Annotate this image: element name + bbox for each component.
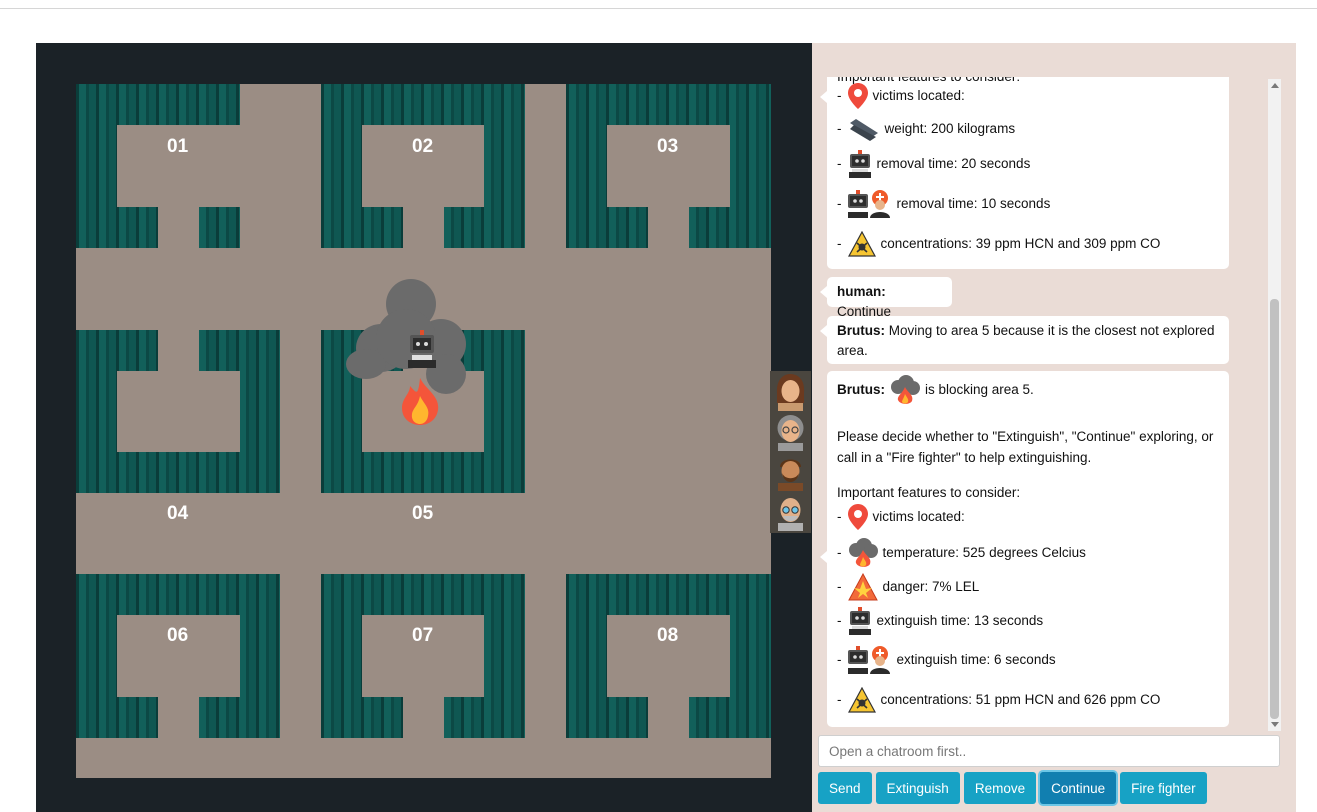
message-text: is blocking area 5.: [925, 382, 1034, 397]
feature-text: temperature: 525 degrees Celcius: [882, 545, 1086, 560]
chat-message: Brutus: is blocking area 5. Please decid…: [820, 371, 1229, 727]
room-label: 05: [412, 503, 434, 524]
victim-icon: [778, 459, 803, 491]
world-floor: 01 02 03 04 05 06 07 08: [76, 84, 811, 778]
room-label: 03: [657, 136, 679, 157]
room-02-door: [403, 207, 444, 248]
fire-fighter-button[interactable]: Fire fighter: [1120, 772, 1207, 804]
fire-icon: [402, 378, 439, 425]
fire-smoke-icon: [891, 375, 920, 404]
chat-message: Brutus: Moving to area 5 because it is t…: [820, 316, 1229, 364]
feature-row: - danger: 7% LEL: [837, 572, 979, 602]
victims-panel: [770, 371, 811, 533]
message-text: area.: [837, 343, 868, 358]
action-buttons: Send Extinguish Remove Continue Fire fig…: [818, 772, 1207, 804]
world-view: 01 02 03 04 05 06 07 08: [36, 43, 812, 812]
feature-text: weight: 200 kilograms: [884, 121, 1016, 136]
feature-row: - temperature: 525 degrees Celcius: [837, 538, 1086, 568]
room-label: 04: [167, 503, 189, 524]
room-03-door: [648, 207, 689, 248]
feature-text: removal time: 10 seconds: [896, 196, 1051, 211]
location-pin-icon: [847, 83, 868, 109]
send-button[interactable]: Send: [818, 772, 872, 804]
scroll-thumb[interactable]: [1270, 299, 1279, 719]
robot-firefighter-icon: [847, 190, 890, 218]
feature-row: - extinguish time: 13 seconds: [837, 606, 1043, 636]
feature-text: concentrations: 39 ppm HCN and 309 ppm C…: [880, 236, 1161, 251]
feature-text: danger: 7% LEL: [882, 579, 980, 594]
room-label: 08: [657, 625, 679, 646]
location-pin-icon: [847, 504, 868, 530]
robot-icon: [848, 607, 871, 635]
remove-button[interactable]: Remove: [963, 772, 1037, 804]
feature-row: - weight: 200 kilograms: [837, 114, 1015, 144]
feature-row: - victims located:: [837, 81, 965, 111]
feature-row: - extinguish time: 6 seconds: [837, 645, 1056, 675]
room-label: 06: [167, 625, 189, 646]
scroll-up-icon[interactable]: [1271, 83, 1279, 88]
victim-icon: [776, 374, 805, 411]
message-text: Please decide whether to "Extinguish", "…: [837, 429, 1214, 444]
extinguish-button[interactable]: Extinguish: [875, 772, 960, 804]
victim-icon: [777, 415, 804, 451]
scroll-down-icon[interactable]: [1271, 722, 1279, 727]
robot-icon: [848, 150, 871, 178]
message-header-row: Brutus: is blocking area 5.: [837, 375, 1034, 405]
chat-panel: Important features to consider: - victim…: [812, 43, 1296, 812]
message-text: Moving to area 5 because it is the close…: [888, 323, 1215, 338]
feature-row: - removal time: 20 seconds: [837, 149, 1030, 179]
continue-button[interactable]: Continue: [1040, 772, 1117, 804]
message-text: call in a "Fire fighter" to help extingu…: [837, 450, 1092, 465]
room-08-door: [648, 697, 689, 738]
room-04-door: [158, 330, 199, 371]
victim-icon: [778, 498, 803, 531]
toxic-warning-icon: [847, 231, 876, 257]
room-06-door: [158, 697, 199, 738]
chat-message: Important features to consider: - victim…: [820, 77, 1229, 269]
message-sender: Brutus:: [837, 323, 885, 338]
feature-row: - concentrations: 51 ppm HCN and 626 ppm…: [837, 685, 1160, 715]
feature-text: extinguish time: 6 seconds: [896, 652, 1056, 667]
room-label: 01: [167, 136, 189, 157]
steel-beam-icon: [849, 119, 878, 141]
message-text: Important features to consider:: [837, 485, 1021, 500]
feature-text: removal time: 20 seconds: [876, 156, 1031, 171]
feature-text: victims located:: [872, 509, 965, 524]
room-label: 07: [412, 625, 434, 646]
explosion-warning-icon: [847, 573, 878, 601]
fire-smoke-icon: [848, 538, 878, 567]
app-root: 01 02 03 04 05 06 07 08 - victims locate…: [0, 0, 1317, 812]
feature-row: - victims located:: [837, 502, 965, 532]
room-01-door: [158, 207, 199, 248]
feature-text: extinguish time: 13 seconds: [876, 613, 1044, 628]
room-label: 02: [412, 136, 434, 157]
chat-message: human: Continue: [820, 277, 952, 319]
toxic-warning-icon: [847, 687, 876, 713]
feature-text: victims located:: [872, 88, 965, 103]
robot-firefighter-icon: [847, 646, 890, 674]
feature-row: - removal time: 10 seconds: [837, 189, 1050, 219]
room-07-door: [403, 697, 444, 738]
chat-log[interactable]: Important features to consider: - victim…: [812, 77, 1280, 729]
chat-scrollbar[interactable]: [1268, 79, 1281, 731]
feature-text: concentrations: 51 ppm HCN and 626 ppm C…: [880, 692, 1161, 707]
message-sender: human:: [837, 284, 886, 299]
feature-row: - concentrations: 39 ppm HCN and 309 ppm…: [837, 229, 1160, 259]
chat-input[interactable]: [818, 735, 1280, 767]
message-sender: Brutus:: [837, 382, 885, 397]
top-divider: [0, 8, 1317, 9]
room-04-floor: [117, 371, 240, 452]
robot-icon: [408, 330, 436, 368]
